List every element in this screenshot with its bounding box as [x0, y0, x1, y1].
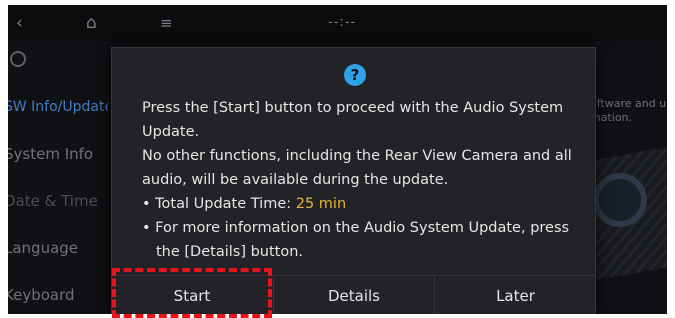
search-icon[interactable] [10, 51, 26, 67]
update-confirmation-dialog: ? Press the [Start] button to proceed wi… [111, 47, 596, 314]
home-icon[interactable]: ⌂ [86, 13, 97, 33]
background-illustration-emblem [593, 173, 647, 227]
later-button[interactable]: Later [434, 276, 596, 314]
background-description-line: oftware and u [590, 97, 667, 110]
dialog-button-bar: Start Details Later [112, 275, 595, 314]
settings-sidebar: SW Info/Update System Info Date & Time L… [8, 41, 108, 314]
sidebar-item-language[interactable]: Language [8, 228, 108, 268]
back-chevron-icon[interactable]: ‹ [16, 13, 23, 33]
menu-icon[interactable]: ≡ [160, 13, 173, 33]
status-indicator: --:-- [328, 15, 357, 30]
sidebar-item-system-info[interactable]: System Info [8, 134, 108, 174]
background-description-line: mation. [590, 111, 633, 124]
details-button[interactable]: Details [273, 276, 434, 314]
sidebar-item-keyboard[interactable]: Keyboard [8, 275, 108, 314]
total-update-time-label: • Total Update Time: [142, 196, 296, 212]
total-update-time: • Total Update Time: 25 min [142, 192, 582, 216]
sidebar-item-date-time[interactable]: Date & Time [8, 181, 108, 221]
dialog-message: Press the [Start] button to proceed with… [142, 96, 582, 264]
infotainment-screen: ‹ ⌂ ≡ --:-- SW Info/Update System Info D… [8, 5, 667, 314]
more-info-note: • For more information on the Audio Syst… [142, 220, 570, 260]
total-update-time-value: 25 min [295, 196, 347, 212]
sidebar-item-sw-info-update[interactable]: SW Info/Update [8, 87, 108, 127]
dialog-message-line: No other functions, including the Rear V… [142, 148, 572, 188]
start-button[interactable]: Start [112, 276, 272, 314]
background-description: oftware and u mation. [590, 97, 667, 125]
top-status-bar: ‹ ⌂ ≡ --:-- [8, 5, 667, 41]
dialog-message-line: Press the [Start] button to proceed with… [142, 100, 564, 140]
help-icon: ? [344, 64, 366, 86]
